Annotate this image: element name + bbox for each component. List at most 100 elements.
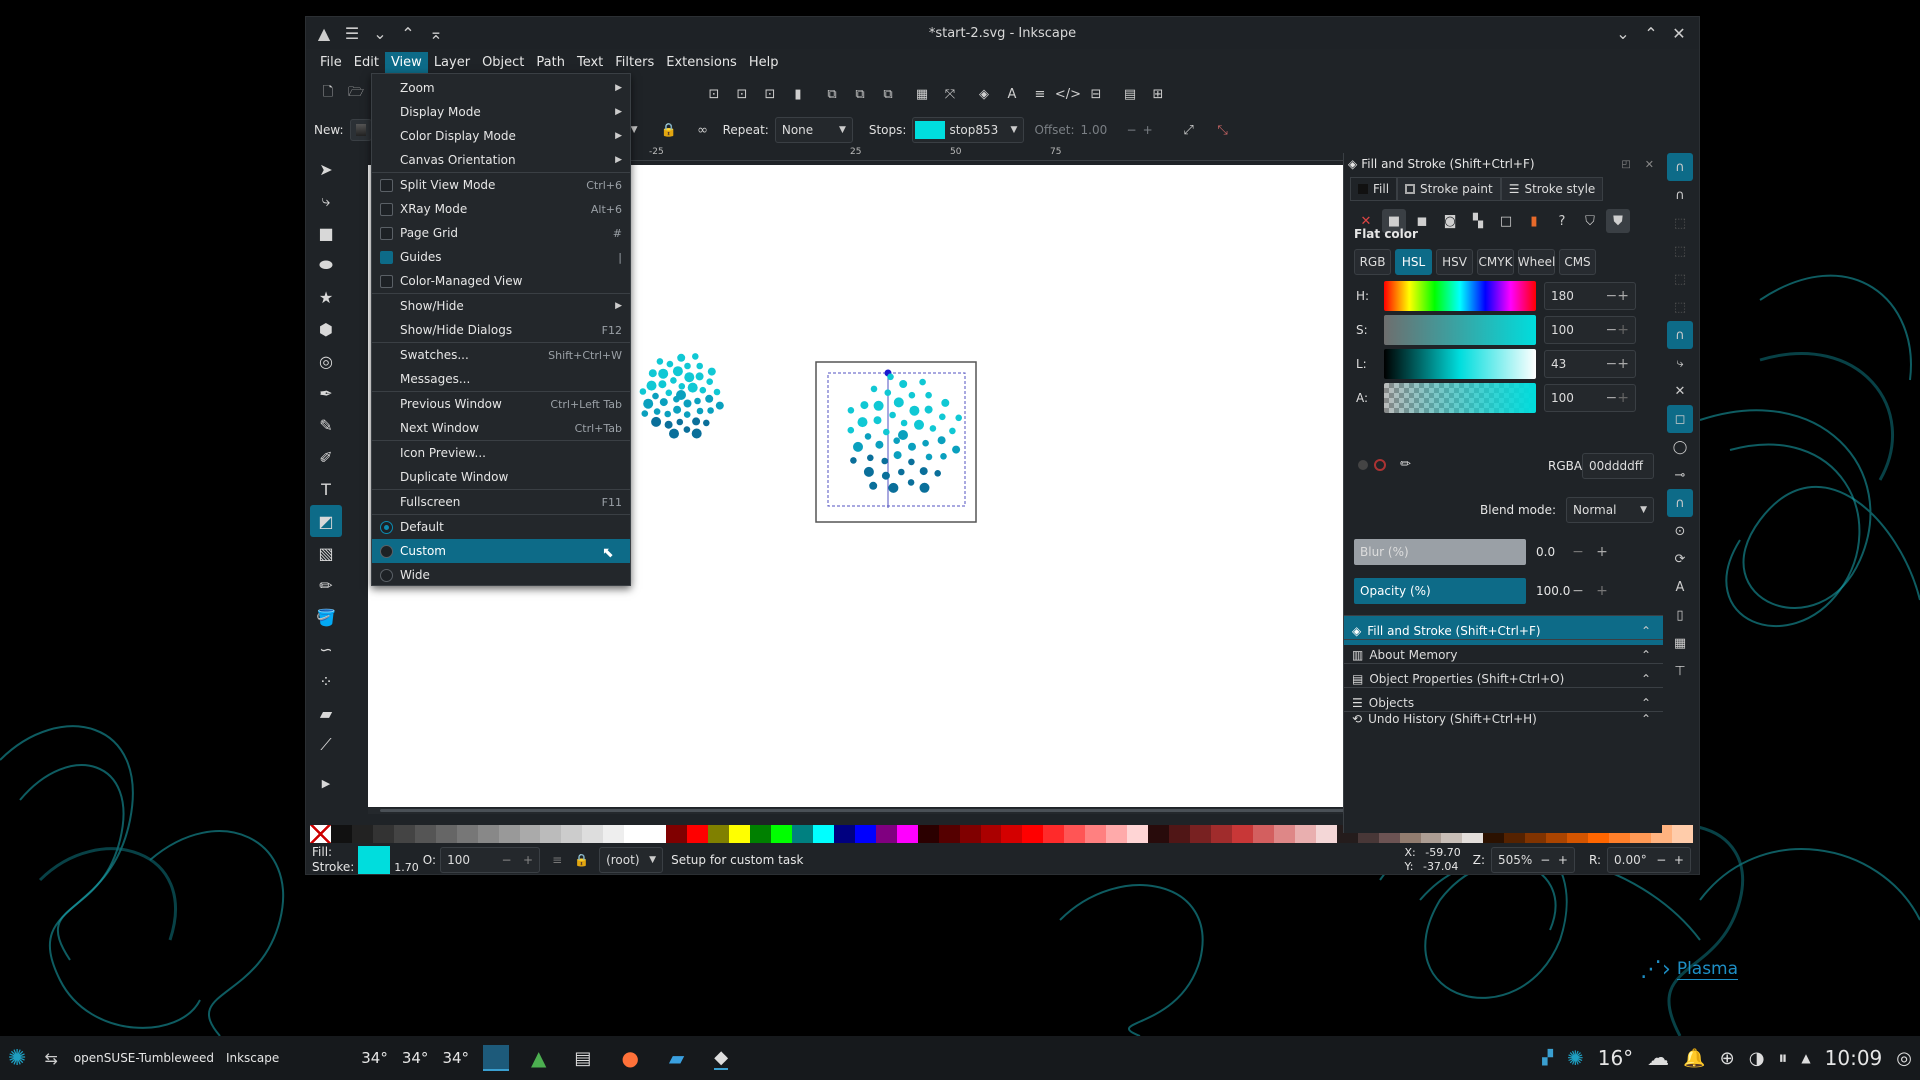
menu-item-fullscreen[interactable]: Fullscreen F11	[372, 490, 630, 514]
star-tool-icon[interactable]: ★	[310, 281, 342, 313]
lock-icon[interactable]: 🔒	[655, 116, 683, 144]
link-icon[interactable]: ∞	[689, 116, 717, 144]
palette-swatch[interactable]	[1064, 825, 1086, 843]
opacity-plus-icon[interactable]: +	[1590, 583, 1614, 599]
menu-edit[interactable]: Edit	[348, 52, 385, 73]
spray-tool-icon[interactable]: ⁘	[310, 665, 342, 697]
connector-tool-icon[interactable]: ⟋	[310, 729, 342, 761]
menu-extensions[interactable]: Extensions	[660, 52, 743, 73]
snap-bbox-edge-icon[interactable]: ⬚	[1667, 209, 1693, 237]
image-viewer-icon[interactable]: ▲	[531, 1046, 546, 1070]
fill-rule-evenodd-icon[interactable]: ⛉	[1578, 209, 1602, 233]
alpha-slider[interactable]	[1384, 383, 1536, 413]
layer-select[interactable]: (root) ▼	[599, 847, 664, 873]
palette-swatch[interactable]	[708, 825, 730, 843]
minimize-icon[interactable]: ⌄	[1609, 19, 1637, 47]
show-desktop-icon[interactable]	[483, 1045, 510, 1071]
palette-swatch[interactable]	[980, 825, 1002, 843]
menu-file[interactable]: File	[314, 52, 348, 73]
ungroup-icon[interactable]: ⤧	[936, 80, 964, 108]
new-gradient-type-button[interactable]	[349, 119, 372, 141]
blur-slider[interactable]: Blur (%)	[1354, 539, 1526, 565]
3dbox-tool-icon[interactable]: ⬢	[310, 313, 342, 345]
active-app-label[interactable]: Inkscape	[226, 1051, 279, 1065]
palette-swatch[interactable]	[1671, 825, 1693, 843]
palette-swatch[interactable]	[1127, 825, 1149, 843]
palette-swatch[interactable]	[414, 825, 436, 843]
palette-swatch[interactable]	[435, 825, 457, 843]
snap-path-icon[interactable]: ⤷	[1667, 349, 1693, 377]
tab-fill[interactable]: Fill	[1350, 177, 1398, 201]
calligraphy-tool-icon[interactable]: ✐	[310, 441, 342, 473]
palette-swatch[interactable]	[1106, 825, 1128, 843]
mode-rgb-button[interactable]: RGB	[1354, 249, 1391, 275]
more-tools-icon[interactable]: ▶	[310, 767, 342, 799]
menu-item-canvas-orientation[interactable]: Canvas Orientation ▶	[372, 148, 630, 172]
palette-swatch[interactable]	[812, 825, 834, 843]
mesh-gradient-icon[interactable]: ▚	[1466, 209, 1490, 233]
pattern-icon[interactable]: □	[1494, 209, 1518, 233]
menu-view[interactable]: View	[384, 51, 428, 73]
updates-icon[interactable]: ⊕	[1720, 1048, 1735, 1069]
mode-cms-button[interactable]: CMS	[1559, 249, 1596, 275]
menu-item-show-hide-dialogs[interactable]: Show/Hide Dialogs F12	[372, 318, 630, 342]
palette-swatch[interactable]	[561, 825, 583, 843]
maximize-icon[interactable]: ⌃	[1637, 19, 1665, 47]
weather-icon[interactable]: ☁	[1647, 1046, 1669, 1071]
zoom-selection-icon[interactable]: ⊡	[700, 80, 728, 108]
repeat-select[interactable]: None ▼	[774, 117, 853, 143]
hamburger-menu-icon[interactable]: ☰	[338, 19, 366, 47]
palette-swatch[interactable]	[1252, 825, 1274, 843]
menu-help[interactable]: Help	[743, 52, 785, 73]
lightness-spin[interactable]: 43 −+	[1544, 350, 1636, 378]
saturation-spin[interactable]: 100 −+	[1544, 316, 1636, 344]
zoom-width-icon[interactable]: ▮	[784, 80, 812, 108]
offset-spin[interactable]: 1.00 − +	[1081, 123, 1169, 137]
spiral-tool-icon[interactable]: ◎	[310, 345, 342, 377]
tab-stroke-paint[interactable]: Stroke paint	[1397, 177, 1501, 201]
close-icon[interactable]: ✕	[1665, 19, 1693, 47]
xml-editor-icon[interactable]: </>	[1054, 80, 1082, 108]
palette-swatch[interactable]	[959, 825, 981, 843]
preferences-icon[interactable]: ⊞	[1144, 80, 1172, 108]
palette-swatch[interactable]	[540, 825, 562, 843]
weather-temp[interactable]: 16°	[1598, 1046, 1633, 1070]
palette-swatch[interactable]	[938, 825, 960, 843]
menu-item-zoom[interactable]: Zoom ▶	[372, 76, 630, 100]
title-bar[interactable]: ▲ ☰ ⌄ ⌃ ⌅ *start-2.svg - Inkscape ⌄ ⌃ ✕	[306, 17, 1699, 49]
snap-rotation-center-icon[interactable]: ⟳	[1667, 545, 1693, 573]
palette-swatch[interactable]	[1148, 825, 1170, 843]
palette-swatch[interactable]	[330, 825, 352, 843]
alpha-spin[interactable]: 100 −+	[1544, 384, 1636, 412]
tab-stroke-style[interactable]: ☰ Stroke style	[1500, 177, 1604, 201]
menu-item-display-mode[interactable]: Display Mode ▶	[372, 100, 630, 124]
mesh-tool-icon[interactable]: ▧	[310, 537, 342, 569]
snap-object-center-icon[interactable]: ⊙	[1667, 517, 1693, 545]
eraser-tool-icon[interactable]: ▰	[310, 697, 342, 729]
snap-page-icon[interactable]: ▯	[1667, 601, 1693, 629]
clone-icon[interactable]: ⧉	[846, 80, 874, 108]
opacity-minus-icon[interactable]: −	[1566, 583, 1590, 599]
radial-gradient-icon[interactable]: ◙	[1438, 209, 1462, 233]
snap-text-baseline-icon[interactable]: A	[1667, 573, 1693, 601]
blur-minus-icon[interactable]: −	[1566, 544, 1590, 560]
firefox-icon[interactable]: ●	[621, 1046, 638, 1070]
selector-tool-icon[interactable]: ➤	[310, 153, 342, 185]
snap-midpoint-icon[interactable]: ⊸	[1667, 461, 1693, 489]
fill-rule-nonzero-icon[interactable]: ⛊	[1606, 209, 1630, 233]
menu-item-xray-mode[interactable]: XRay Mode Alt+6	[372, 197, 630, 221]
palette-swatch[interactable]	[833, 825, 855, 843]
palette-swatch[interactable]	[603, 825, 625, 843]
delete-stop-icon[interactable]: ⤡	[1209, 116, 1237, 144]
gradient-tool-icon[interactable]: ◩	[310, 505, 342, 537]
palette-swatch[interactable]	[1190, 825, 1211, 843]
opacity-slider[interactable]: Opacity (%)	[1354, 578, 1526, 604]
open-document-icon[interactable]: 🗁	[342, 80, 370, 108]
palette-swatch[interactable]	[770, 825, 792, 843]
mode-wheel-button[interactable]: Wheel	[1518, 249, 1555, 275]
menu-item-messages[interactable]: Messages...	[372, 367, 630, 391]
dock-close-icon[interactable]: ✕	[1645, 158, 1654, 171]
menu-object[interactable]: Object	[476, 52, 530, 73]
rotation-spin[interactable]: 0.00° − +	[1607, 847, 1691, 873]
snap-intersection-icon[interactable]: ✕	[1667, 377, 1693, 405]
